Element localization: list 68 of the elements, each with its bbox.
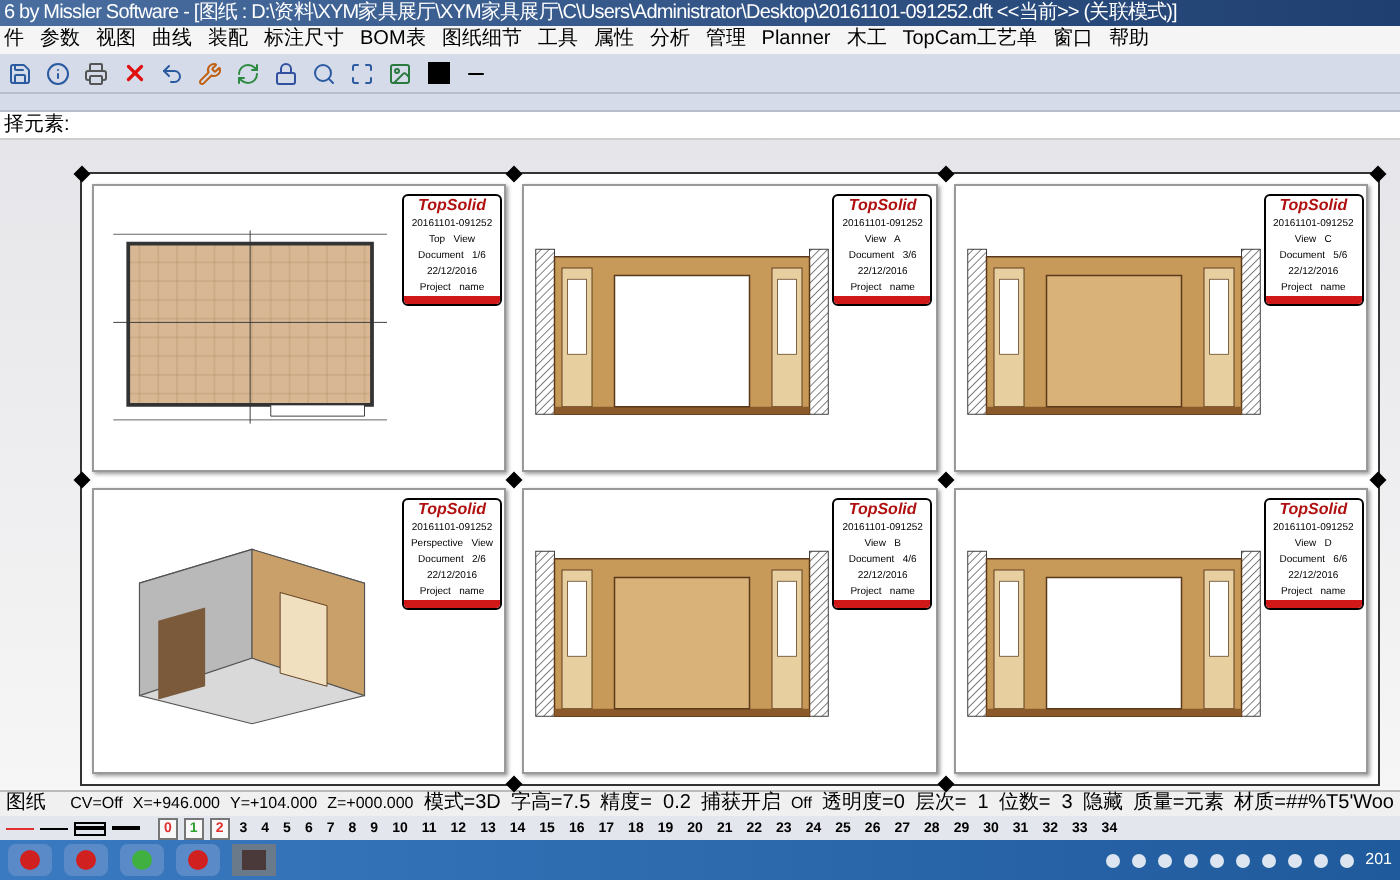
line-weight-icon — [40, 827, 68, 829]
status-field: 材质=##%T5'Woo — [1234, 792, 1394, 816]
menu-item[interactable]: 曲线 — [152, 28, 192, 52]
brand-logo: TopSolid — [848, 499, 917, 519]
title-block-strip — [404, 296, 500, 304]
menu-item[interactable]: 图纸细节 — [441, 28, 522, 52]
corner-marker-icon — [505, 470, 523, 488]
title-block-strip — [834, 296, 931, 304]
menu-item[interactable]: 管理 — [705, 28, 746, 52]
menu-item[interactable]: 件 — [4, 28, 24, 52]
menu-item[interactable]: 标注尺寸 — [264, 28, 344, 52]
status-field: Off — [790, 792, 812, 816]
status-field: X=+946.000 — [132, 792, 220, 816]
lock-icon[interactable] — [270, 57, 302, 89]
menu-item[interactable]: 木工 — [846, 28, 887, 52]
corner-marker-icon — [936, 470, 954, 488]
brand-logo: TopSolid — [418, 196, 486, 216]
brand-logo: TopSolid — [1279, 196, 1348, 216]
corner-marker-icon — [1369, 165, 1387, 183]
status-field: 隐藏 — [1082, 792, 1123, 816]
corner-marker-icon — [505, 165, 523, 183]
menu-item[interactable]: 窗口 — [1053, 28, 1093, 52]
wrench-icon[interactable] — [194, 57, 226, 89]
corner-marker-icon — [1369, 470, 1387, 488]
menu-item[interactable]: 属性 — [593, 28, 634, 52]
menu-item[interactable]: 参数 — [40, 28, 80, 52]
status-field: 捕获开启 — [700, 792, 781, 816]
status-field: 质量=元素 — [1132, 792, 1225, 816]
line-weight-icon — [112, 826, 140, 830]
corner-marker-icon — [505, 775, 523, 793]
status-field: 层次= 1 — [914, 792, 989, 816]
title-block-strip — [404, 599, 500, 607]
title-block-strip — [1265, 599, 1362, 607]
menu-item[interactable]: BOM表 — [360, 28, 426, 52]
status-field: Y=+104.000 — [230, 792, 318, 816]
title-block-strip — [1265, 296, 1362, 304]
status-field: 字高=7.5 — [510, 792, 591, 816]
status-field: CV=Off — [70, 792, 123, 816]
command-prompt: 择元素: — [4, 113, 70, 137]
brand-logo: TopSolid — [848, 196, 917, 216]
line-weight-icon — [6, 827, 34, 829]
status-field: 位数= 3 — [998, 792, 1073, 816]
taskbar-app-icon[interactable] — [232, 844, 276, 876]
menu-item[interactable]: 工具 — [537, 28, 578, 52]
menu-item[interactable]: TopCam工艺单 — [902, 28, 1037, 52]
corner-marker-icon — [73, 165, 91, 183]
tray-clock: 201 — [1365, 850, 1392, 870]
window-title: 6 by Missler Software - [图纸 : D:\资料\XYM家具展厅\XYM家具展厅\C\Users\Administrator\Desktop\20161101-091252.dft <<当前>> (关联模式)] — [4, 1, 1177, 25]
corner-marker-icon — [936, 775, 954, 793]
brand-logo: TopSolid — [418, 499, 486, 519]
menu-item[interactable]: Planner — [761, 28, 831, 52]
status-field: 透明度=0 — [821, 792, 905, 816]
menu-item[interactable]: 装配 — [208, 28, 248, 52]
menu-item[interactable]: 分析 — [649, 28, 690, 52]
color-swatch-icon[interactable] — [422, 57, 454, 89]
status-field: 模式=3D — [423, 792, 501, 816]
corner-marker-icon — [73, 470, 91, 488]
corner-marker-icon — [936, 165, 954, 183]
info-icon[interactable] — [42, 57, 74, 89]
menu-item[interactable]: 视图 — [96, 28, 136, 52]
status-field: Z=+000.000 — [327, 792, 414, 816]
status-field: 精度= 0.2 — [600, 792, 691, 816]
menu-item[interactable]: 帮助 — [1109, 28, 1149, 52]
status-mode: 图纸 — [6, 792, 48, 816]
title-block-strip — [834, 599, 931, 607]
brand-logo: TopSolid — [1279, 499, 1348, 519]
print-icon[interactable] — [80, 57, 112, 89]
line-weight-icon — [74, 821, 106, 835]
